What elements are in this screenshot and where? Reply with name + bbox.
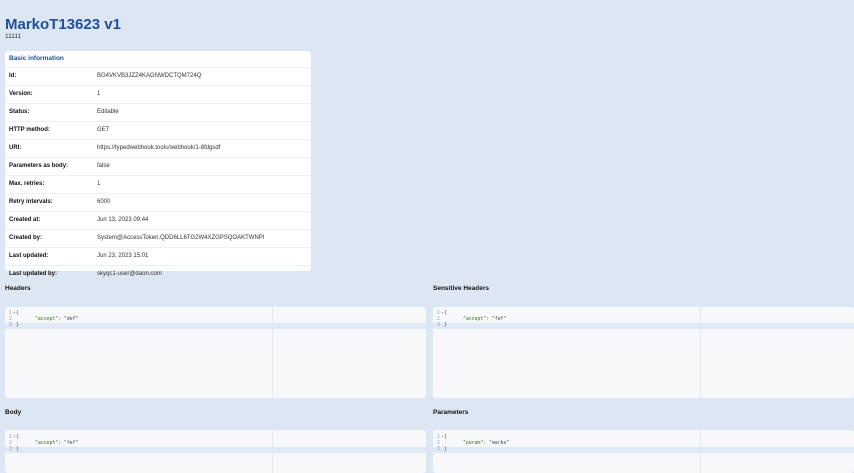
json-value: "def" bbox=[63, 317, 79, 322]
info-label: Id: bbox=[9, 73, 17, 79]
info-value: false bbox=[97, 163, 110, 169]
info-row-created-at: Created at: Jun 13, 2023 09:44 bbox=[5, 211, 311, 229]
info-row-last-updated-by: Last updated by: skyqc1-user@daon.com bbox=[5, 265, 311, 283]
json-key: "accept" bbox=[35, 441, 59, 446]
json-key: "param" bbox=[463, 441, 484, 446]
info-value: 6000 bbox=[97, 199, 111, 205]
headers-title: Headers bbox=[5, 285, 31, 292]
info-row-status: Status: Editable bbox=[5, 103, 311, 121]
info-row-version: Version: 1 bbox=[5, 85, 311, 103]
code-line-active: 3} bbox=[5, 323, 426, 329]
parameters-title: Parameters bbox=[433, 409, 469, 416]
info-row-retry-intervals: Retry intervals: 6000 bbox=[5, 193, 311, 211]
info-label: Status: bbox=[9, 109, 30, 115]
info-value: BG4VKVB3JZZ4KAGNWDCTQM724Q bbox=[97, 73, 202, 79]
info-value: GET bbox=[97, 127, 110, 133]
body-title: Body bbox=[5, 409, 22, 416]
info-value: Jun 13, 2023 09:44 bbox=[97, 217, 149, 223]
info-value: Editable bbox=[97, 109, 119, 115]
sensitive-headers-title: Sensitive Headers bbox=[433, 285, 490, 292]
info-label: Last updated by: bbox=[9, 271, 58, 277]
sensitive-headers-editor[interactable]: 1 ▾{ 2 "accept": "fef" 3} bbox=[433, 307, 854, 398]
headers-editor[interactable]: 1 ▾{ 2 "accept": "def" 3} bbox=[5, 307, 426, 398]
json-key: "accept" bbox=[463, 317, 487, 322]
code-line-active: 3} bbox=[5, 447, 426, 453]
info-row-last-updated: Last updated: Jun 23, 2023 15:01 bbox=[5, 247, 311, 265]
info-value: 1 bbox=[97, 181, 101, 187]
info-value: https://typedwebhook.tools/webhook/1-8fd… bbox=[97, 145, 221, 151]
page-title: MarkoT13623 v1 bbox=[5, 16, 121, 33]
info-label: Created at: bbox=[9, 217, 41, 223]
info-row-id: Id: BG4VKVB3JZZ4KAGNWDCTQM724Q bbox=[5, 67, 311, 85]
info-label: Last updated: bbox=[9, 253, 49, 259]
info-value: System@AccessToken.QDD6LL6TG2W4XZGPSQOAK… bbox=[97, 235, 265, 241]
json-value: "marko" bbox=[489, 441, 510, 446]
info-value: skyqc1-user@daon.com bbox=[97, 271, 162, 277]
info-row-uri: URI: https://typedwebhook.tools/webhook/1… bbox=[5, 139, 311, 157]
basic-information-card: Basic information Id: BG4VKVB3JZZ4KAGNWDC… bbox=[5, 51, 311, 277]
info-row-max-retries: Max. retries: 1 bbox=[5, 175, 311, 193]
info-label: Parameters as body: bbox=[9, 163, 69, 169]
parameters-editor[interactable]: 1 ▾{ 2 "param": "marko" 3} bbox=[433, 430, 854, 473]
info-label: URI: bbox=[9, 145, 22, 151]
code-line-active: 3} bbox=[433, 323, 854, 329]
info-row-created-by: Created by: System@AccessToken.QDD6LL6TG2… bbox=[5, 229, 311, 247]
info-value: 1 bbox=[97, 91, 101, 97]
body-editor[interactable]: 1 ▾{ 2 "accept": "fef" 3} bbox=[5, 430, 426, 473]
info-row-http-method: HTTP method: GET bbox=[5, 121, 311, 139]
code-line-active: 3} bbox=[433, 447, 854, 453]
info-label: Max. retries: bbox=[9, 181, 45, 187]
json-key: "accept" bbox=[35, 317, 59, 322]
info-label: Created by: bbox=[9, 235, 43, 241]
info-value: Jun 23, 2023 15:01 bbox=[97, 253, 149, 259]
page-subtitle: 11111 bbox=[5, 33, 22, 40]
info-label: Version: bbox=[9, 91, 33, 97]
basic-information-title: Basic information bbox=[9, 55, 64, 62]
info-label: HTTP method: bbox=[9, 127, 50, 133]
info-row-parameters-as-body: Parameters as body: false bbox=[5, 157, 311, 175]
info-label: Retry intervals: bbox=[9, 199, 53, 205]
json-value: "fef" bbox=[491, 317, 507, 322]
json-value: "fef" bbox=[63, 441, 79, 446]
